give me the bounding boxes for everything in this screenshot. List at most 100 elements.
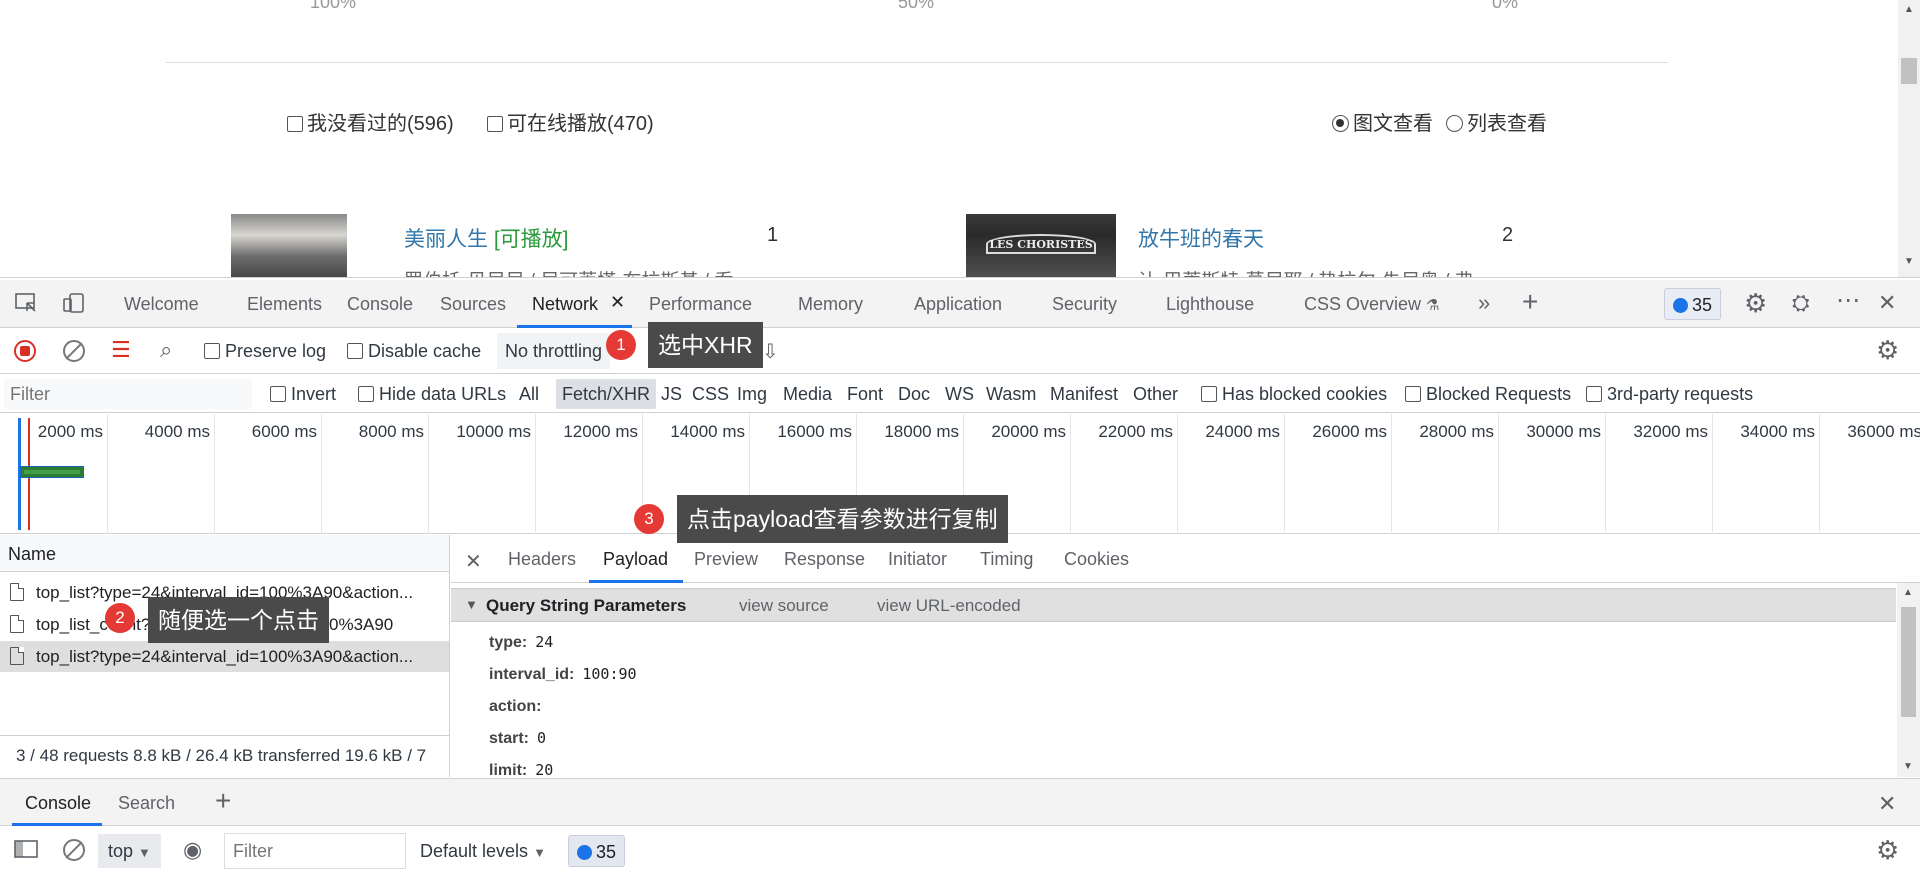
- tab-performance[interactable]: Performance: [649, 294, 752, 315]
- type-filter-wasm[interactable]: Wasm: [986, 384, 1036, 405]
- type-filter-fetch-xhr[interactable]: Fetch/XHR: [556, 379, 657, 409]
- radio-icon[interactable]: [1446, 115, 1463, 132]
- throttling-select[interactable]: No throttling: [497, 333, 611, 369]
- type-filter-font[interactable]: Font: [847, 384, 883, 405]
- tab-payload[interactable]: Payload: [603, 549, 668, 570]
- export-har-icon[interactable]: ⇩: [762, 339, 779, 364]
- tab-lighthouse[interactable]: Lighthouse: [1166, 294, 1254, 315]
- movie-title-link[interactable]: 放牛班的春天: [1138, 223, 1264, 253]
- more-options-icon[interactable]: ⋯: [1836, 286, 1861, 315]
- request-name[interactable]: top_list?type=24&interval_id=100%3A90&ac…: [36, 647, 413, 666]
- close-devtools-icon[interactable]: ✕: [1878, 290, 1896, 316]
- tab-network[interactable]: Network: [532, 294, 598, 315]
- tab-security[interactable]: Security: [1052, 294, 1117, 315]
- scroll-down-icon[interactable]: ▼: [1904, 256, 1914, 267]
- checkbox-icon[interactable]: [487, 116, 503, 132]
- tab-application[interactable]: Application: [914, 294, 1002, 315]
- movie-title[interactable]: 放牛班的春天: [1138, 228, 1264, 251]
- network-settings-gear-icon[interactable]: ⚙: [1876, 335, 1899, 366]
- eye-icon[interactable]: ◉: [183, 837, 202, 863]
- movie-poster[interactable]: [231, 214, 347, 277]
- type-filter-img[interactable]: Img: [737, 384, 767, 405]
- scroll-down-icon[interactable]: ▼: [1903, 761, 1913, 772]
- tab-console[interactable]: Console: [347, 294, 413, 315]
- scroll-thumb[interactable]: [1901, 58, 1917, 84]
- type-filter-other[interactable]: Other: [1133, 384, 1178, 405]
- console-settings-gear-icon[interactable]: ⚙: [1876, 835, 1899, 866]
- tab-memory[interactable]: Memory: [798, 294, 863, 315]
- type-filter-media[interactable]: Media: [783, 384, 832, 405]
- clear-icon[interactable]: [63, 340, 85, 362]
- type-filter-css[interactable]: CSS: [692, 384, 729, 405]
- scroll-up-icon[interactable]: ▲: [1903, 587, 1913, 598]
- request-row-selected[interactable]: top_list?type=24&interval_id=100%3A90&ac…: [0, 641, 449, 672]
- name-column-header[interactable]: Name: [8, 544, 56, 565]
- tab-cookies[interactable]: Cookies: [1064, 549, 1129, 570]
- type-filter-all[interactable]: All: [519, 384, 539, 405]
- preserve-log-checkbox[interactable]: Preserve log: [204, 341, 326, 362]
- scroll-up-icon[interactable]: ▲: [1904, 4, 1914, 15]
- search-icon[interactable]: ⌕: [160, 337, 172, 363]
- console-filter-input[interactable]: [224, 833, 406, 869]
- request-list-header[interactable]: Name: [0, 535, 449, 572]
- tab-css-overview[interactable]: CSS Overview ⚗: [1304, 294, 1440, 315]
- tab-welcome[interactable]: Welcome: [124, 294, 199, 315]
- record-stop-icon[interactable]: [14, 340, 36, 362]
- checkbox-icon[interactable]: [347, 343, 363, 359]
- hide-data-urls-checkbox[interactable]: Hide data URLs: [358, 384, 506, 405]
- context-selector[interactable]: top ▼: [98, 834, 161, 868]
- add-drawer-tab-icon[interactable]: +: [215, 785, 231, 817]
- drawer-tab-console[interactable]: Console: [25, 793, 91, 814]
- movie-poster[interactable]: LES CHORISTES: [966, 214, 1116, 277]
- type-filter-js[interactable]: JS: [661, 384, 682, 405]
- close-detail-icon[interactable]: ✕: [465, 549, 482, 574]
- tab-sources[interactable]: Sources: [440, 294, 506, 315]
- type-filter-ws[interactable]: WS: [945, 384, 974, 405]
- filter-funnel-icon[interactable]: ☰: [111, 337, 131, 363]
- tab-preview[interactable]: Preview: [694, 549, 758, 570]
- console-issues-badge[interactable]: 35: [568, 835, 626, 867]
- log-levels-select[interactable]: Default levels ▼: [420, 841, 546, 862]
- movie-title[interactable]: 美丽人生: [404, 228, 488, 251]
- triangle-down-icon[interactable]: ▼: [465, 597, 478, 612]
- page-scrollbar[interactable]: ▲ ▼: [1898, 0, 1920, 277]
- inspect-element-icon[interactable]: [14, 292, 38, 319]
- filter-not-seen[interactable]: 我没看过的(596): [287, 107, 454, 136]
- third-party-checkbox[interactable]: 3rd-party requests: [1586, 384, 1753, 405]
- disable-cache-checkbox[interactable]: Disable cache: [347, 341, 481, 362]
- view-source-link[interactable]: view source: [739, 596, 829, 616]
- checkbox-icon[interactable]: [1405, 386, 1421, 402]
- query-params-section-header[interactable]: ▼ Query String Parameters view source vi…: [451, 588, 1896, 622]
- type-filter-doc[interactable]: Doc: [898, 384, 930, 405]
- console-sidebar-icon[interactable]: [14, 839, 38, 864]
- clear-console-icon[interactable]: [63, 839, 85, 861]
- customize-icon[interactable]: ⛭: [1792, 290, 1810, 316]
- settings-gear-icon[interactable]: ⚙: [1744, 288, 1767, 319]
- detail-scrollbar[interactable]: ▲ ▼: [1897, 583, 1920, 777]
- drawer-tab-search[interactable]: Search: [118, 793, 175, 814]
- has-blocked-cookies-checkbox[interactable]: Has blocked cookies: [1201, 384, 1387, 405]
- invert-checkbox[interactable]: Invert: [270, 384, 336, 405]
- close-tab-icon[interactable]: ✕: [610, 292, 625, 313]
- checkbox-icon[interactable]: [358, 386, 374, 402]
- close-drawer-icon[interactable]: ✕: [1878, 791, 1896, 817]
- filter-playable[interactable]: 可在线播放(470): [487, 107, 654, 136]
- tab-headers[interactable]: Headers: [508, 549, 576, 570]
- tab-timing[interactable]: Timing: [980, 549, 1033, 570]
- more-tabs-icon[interactable]: »: [1478, 290, 1490, 316]
- scroll-thumb[interactable]: [1901, 607, 1916, 717]
- add-tab-icon[interactable]: +: [1522, 286, 1538, 318]
- checkbox-icon[interactable]: [1586, 386, 1602, 402]
- view-mode-image[interactable]: 图文查看: [1332, 107, 1433, 136]
- tab-response[interactable]: Response: [784, 549, 865, 570]
- radio-checked-icon[interactable]: [1332, 115, 1349, 132]
- view-url-encoded-link[interactable]: view URL-encoded: [877, 596, 1021, 616]
- movie-title-link[interactable]: 美丽人生 [可播放]: [404, 223, 569, 253]
- checkbox-icon[interactable]: [1201, 386, 1217, 402]
- view-mode-list[interactable]: 列表查看: [1446, 107, 1547, 136]
- blocked-requests-checkbox[interactable]: Blocked Requests: [1405, 384, 1571, 405]
- type-filter-manifest[interactable]: Manifest: [1050, 384, 1118, 405]
- checkbox-icon[interactable]: [287, 116, 303, 132]
- issues-badge[interactable]: 35: [1664, 288, 1722, 320]
- checkbox-icon[interactable]: [204, 343, 220, 359]
